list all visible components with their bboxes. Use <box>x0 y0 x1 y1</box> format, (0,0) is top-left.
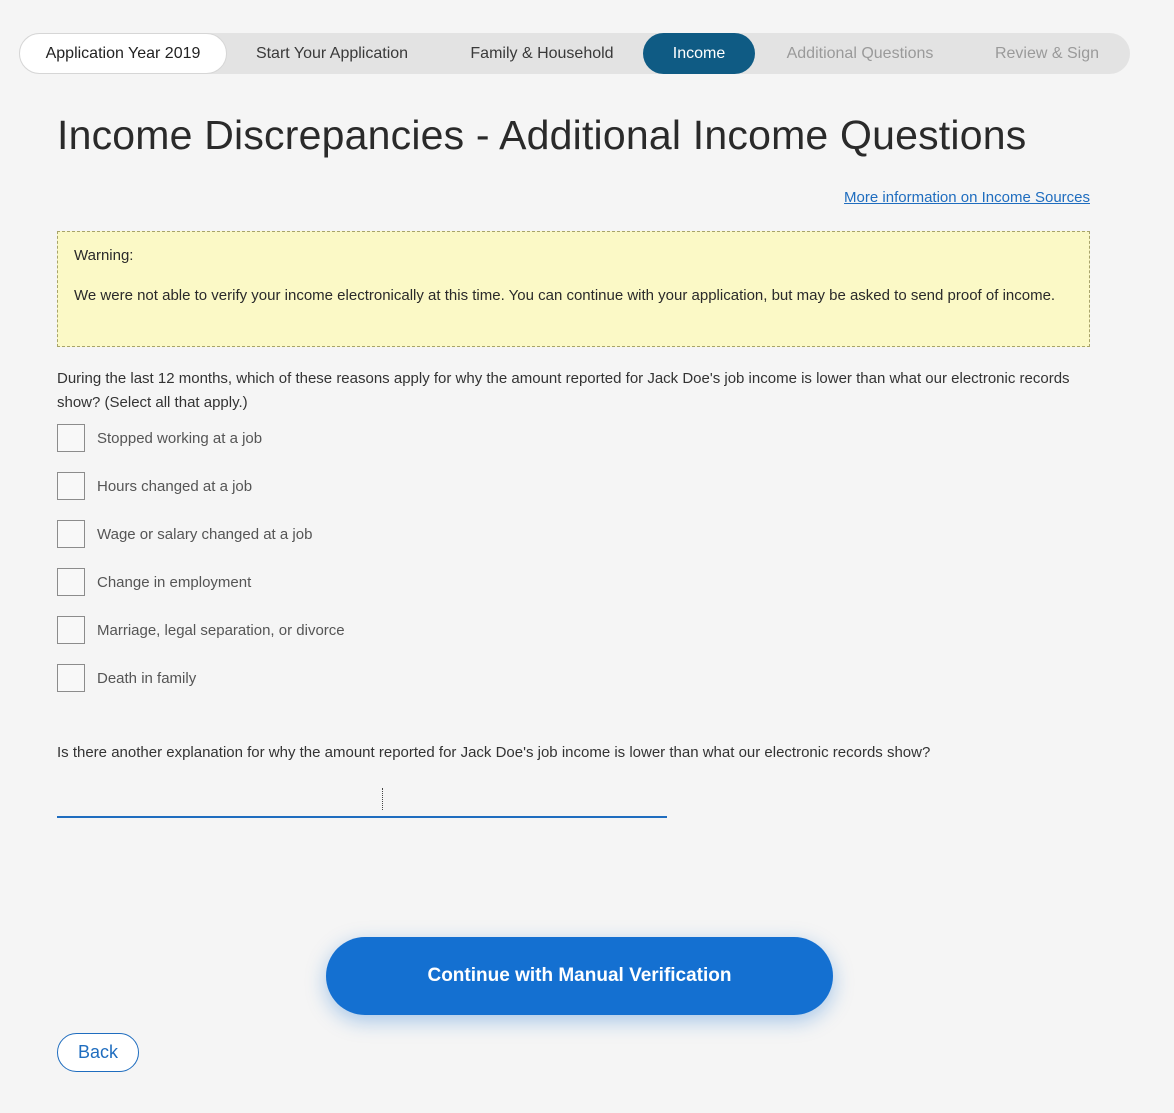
checkbox-label[interactable]: Wage or salary changed at a job <box>97 526 312 543</box>
warning-box: Warning: We were not able to verify your… <box>57 231 1090 347</box>
checkbox-box[interactable] <box>57 568 85 596</box>
checkbox-box[interactable] <box>57 472 85 500</box>
checkbox-hours-changed[interactable]: Hours changed at a job <box>57 472 345 500</box>
checkbox-box[interactable] <box>57 616 85 644</box>
warning-title: Warning: <box>74 247 134 264</box>
step-review-sign: Review & Sign <box>994 44 1100 62</box>
reasons-question: During the last 12 months, which of thes… <box>57 370 1070 411</box>
checkbox-label[interactable]: Marriage, legal separation, or divorce <box>97 622 345 639</box>
checkbox-change-employment[interactable]: Change in employment <box>57 568 345 596</box>
warning-message: We were not able to verify your income e… <box>74 287 1056 304</box>
reasons-checkbox-group: Stopped working at a job Hours changed a… <box>57 424 345 712</box>
checkbox-label[interactable]: Stopped working at a job <box>97 430 262 447</box>
checkbox-box[interactable] <box>57 664 85 692</box>
checkbox-stopped-working[interactable]: Stopped working at a job <box>57 424 345 452</box>
continue-manual-verification-button[interactable]: Continue with Manual Verification <box>326 937 833 1015</box>
checkbox-box[interactable] <box>57 424 85 452</box>
page: Application Year 2019 Start Your Applica… <box>0 0 1174 1113</box>
step-navigation: Application Year 2019 Start Your Applica… <box>19 33 1130 74</box>
back-button[interactable]: Back <box>57 1033 139 1072</box>
step-start-application[interactable]: Start Your Application <box>235 33 429 74</box>
checkbox-label[interactable]: Death in family <box>97 670 196 687</box>
checkbox-label[interactable]: Hours changed at a job <box>97 478 252 495</box>
income-sources-info-link[interactable]: More information on Income Sources <box>844 189 1090 206</box>
step-additional-questions: Additional Questions <box>786 44 934 62</box>
checkbox-marriage-separation-divorce[interactable]: Marriage, legal separation, or divorce <box>57 616 345 644</box>
other-explanation-question: Is there another explanation for why the… <box>57 744 931 761</box>
other-explanation-input[interactable] <box>57 782 667 818</box>
checkbox-box[interactable] <box>57 520 85 548</box>
checkbox-wage-changed[interactable]: Wage or salary changed at a job <box>57 520 345 548</box>
page-title: Income Discrepancies - Additional Income… <box>57 112 1027 158</box>
step-income[interactable]: Income <box>643 33 755 74</box>
step-family-household[interactable]: Family & Household <box>449 33 635 74</box>
checkbox-label[interactable]: Change in employment <box>97 574 251 591</box>
text-caret <box>382 788 383 810</box>
checkbox-death-in-family[interactable]: Death in family <box>57 664 345 692</box>
application-year-badge: Application Year 2019 <box>19 33 227 74</box>
